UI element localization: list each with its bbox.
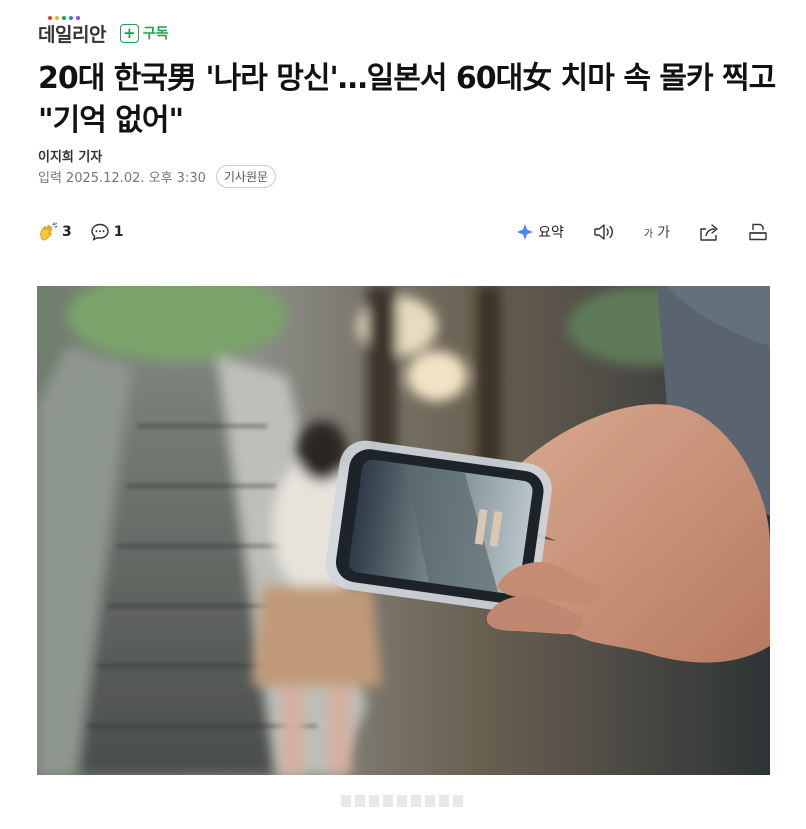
speaker-icon (592, 222, 616, 242)
logo-dots (48, 15, 80, 20)
pagination-placeholder (341, 795, 463, 807)
share-icon (698, 222, 720, 242)
share-button[interactable] (698, 222, 720, 242)
comment-count: 1 (113, 224, 124, 240)
original-article-button[interactable]: 기사원문 (215, 165, 277, 188)
tts-button[interactable] (592, 222, 616, 242)
font-small-label: 가 (643, 228, 654, 240)
font-size-button[interactable]: 가가 (644, 222, 670, 242)
font-large-label: 가 (657, 225, 670, 241)
plus-icon: + (119, 23, 139, 43)
subscribe-label: 구독 (142, 26, 169, 42)
dateline: 입력 2025.12.02. 오후 3:30 기사원문 (38, 165, 277, 188)
comment-button[interactable]: 1 (90, 222, 124, 242)
logo-text: 데일리안 (38, 23, 106, 46)
photo-illustration (37, 286, 770, 775)
subscribe-button[interactable]: + 구독 (119, 23, 169, 43)
publisher-header: 데일리안 + 구독 (38, 15, 169, 48)
ai-sparkle-icon (516, 223, 534, 241)
like-button[interactable]: 3 (38, 222, 72, 242)
like-count: 3 (62, 224, 72, 240)
article-toolbar: 3 1 요약 가 가 (38, 218, 768, 246)
print-button[interactable] (748, 222, 768, 242)
clap-icon (38, 222, 58, 242)
publisher-logo[interactable]: 데일리안 (38, 15, 106, 47)
article-photo (37, 286, 770, 775)
print-icon (748, 222, 768, 242)
author-name[interactable]: 이지희 기자 (38, 146, 102, 165)
published-date: 2025.12.02. 오후 3:30 (65, 171, 206, 186)
summary-button[interactable]: 요약 (516, 222, 564, 242)
summary-label: 요약 (538, 225, 564, 241)
toolbar-right: 요약 가가 (516, 222, 768, 242)
article-title: 20대 한국男 '나라 망신'…일본서 60대女 치마 속 몰카 찍고 "기억 … (38, 61, 776, 138)
comment-icon (90, 222, 110, 242)
published-label: 입력 (38, 171, 62, 186)
